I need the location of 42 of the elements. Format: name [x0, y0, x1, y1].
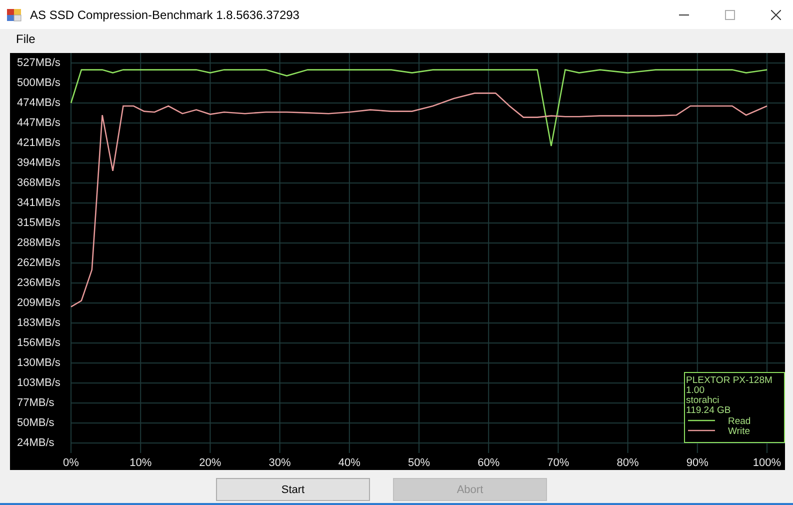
- axis-label: 183MB/s: [17, 317, 60, 329]
- axis-label: 368MB/s: [17, 177, 60, 189]
- axis-label: 80%: [616, 457, 639, 469]
- axis-label: 60%: [478, 457, 500, 469]
- axis-label: 100%: [752, 457, 782, 469]
- axis-label: 0%: [63, 457, 79, 469]
- axis-label: 50%: [408, 457, 430, 469]
- axis-label: 20%: [199, 457, 222, 469]
- axis-label: 30%: [268, 457, 291, 469]
- axis-label: 421MB/s: [17, 137, 60, 149]
- axis-label: 77MB/s: [17, 397, 54, 409]
- axis-label: 156MB/s: [17, 337, 60, 349]
- drive-info: storahci: [686, 395, 720, 406]
- axis-label: 130MB/s: [17, 357, 60, 369]
- axis-label: 24MB/s: [17, 437, 54, 449]
- axis-label: 40%: [338, 457, 360, 469]
- axis-label: 10%: [130, 457, 152, 469]
- app-icon: [6, 6, 22, 22]
- axis-label: 527MB/s: [17, 57, 60, 69]
- axis-label: 447MB/s: [17, 117, 60, 129]
- axis-label: 394MB/s: [17, 157, 60, 169]
- axis-label: 70%: [547, 457, 570, 469]
- axis-label: 50MB/s: [17, 417, 54, 429]
- axis-label: 500MB/s: [17, 77, 60, 89]
- legend-label: Read: [728, 416, 751, 427]
- close-icon[interactable]: [771, 10, 781, 20]
- legend-label: Write: [728, 426, 750, 437]
- start-button[interactable]: Start: [216, 478, 370, 501]
- axis-label: 341MB/s: [17, 197, 60, 209]
- menu-item[interactable]: File: [8, 32, 44, 46]
- drive-info: PLEXTOR PX-128M: [686, 375, 772, 386]
- axis-label: 90%: [686, 457, 708, 469]
- axis-label: 262MB/s: [17, 257, 60, 269]
- drive-info: 1.00: [686, 385, 704, 396]
- drive-info: 119.24 GB: [686, 405, 731, 416]
- axis-label: 103MB/s: [17, 377, 60, 389]
- axis-label: 474MB/s: [17, 97, 60, 109]
- axis-label: 209MB/s: [17, 297, 60, 309]
- window-title: AS SSD Compression-Benchmark 1.8.5636.37293: [30, 8, 300, 22]
- axis-label: 288MB/s: [17, 237, 60, 249]
- axis-label: 236MB/s: [17, 277, 60, 289]
- axis-label: 315MB/s: [17, 217, 60, 229]
